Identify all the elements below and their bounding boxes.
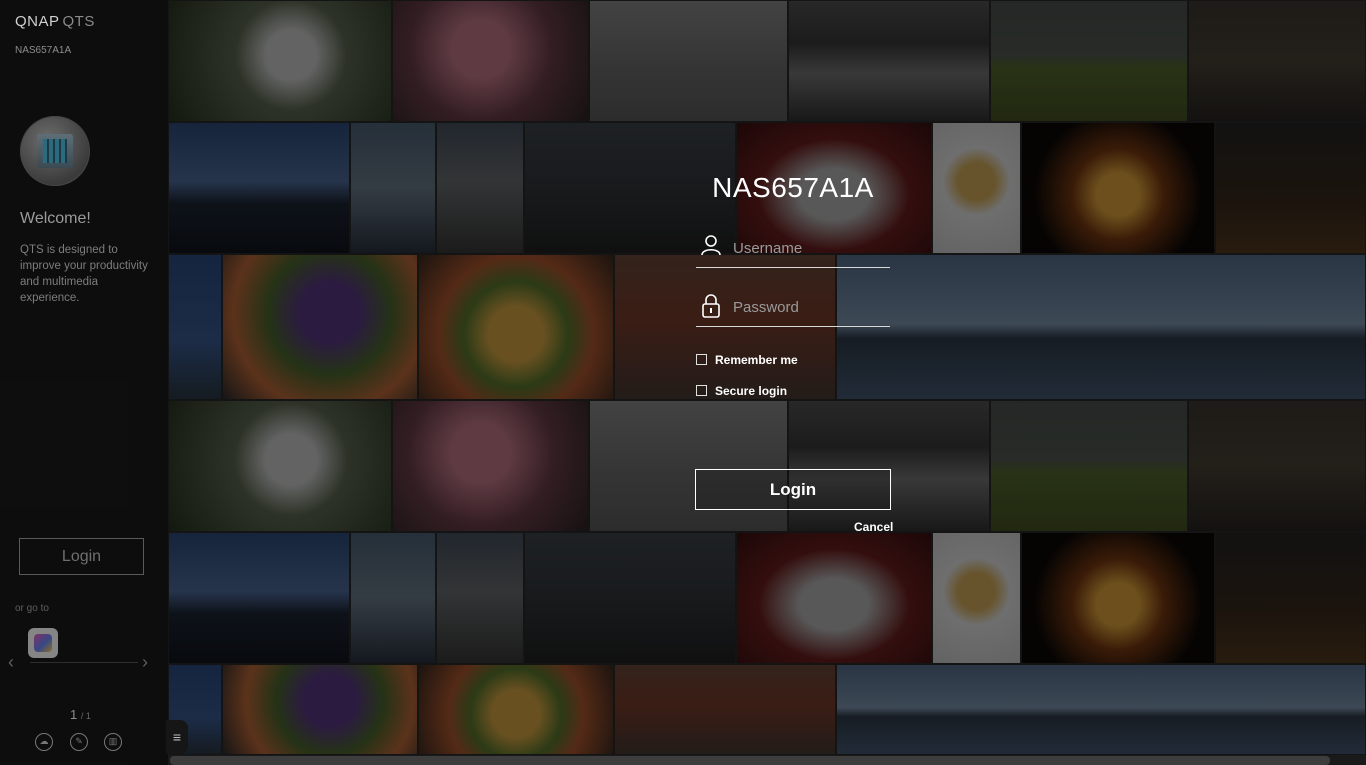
chevron-left-icon[interactable]: ‹ (8, 652, 14, 672)
remember-me-checkbox[interactable]: Remember me (696, 353, 798, 367)
welcome-heading: Welcome! (20, 210, 91, 227)
brand-logo: QNAP QTS (15, 13, 95, 30)
brand-product: QTS (62, 13, 95, 30)
username-input[interactable] (731, 236, 890, 260)
hamburger-icon[interactable]: ≡ (166, 720, 188, 754)
go-to-label: or go to (15, 603, 49, 614)
cloud-icon[interactable]: ☁ (35, 733, 53, 751)
lock-icon (702, 294, 720, 318)
remember-me-label: Remember me (715, 353, 798, 367)
username-field (696, 231, 890, 268)
divider (30, 662, 138, 663)
intro-text: QTS is designed to improve your producti… (20, 244, 148, 304)
page-indicator: 1 / 1 (70, 707, 91, 722)
login-button[interactable]: Login (695, 469, 891, 510)
password-field (696, 290, 890, 327)
horizontal-scrollbar[interactable] (170, 756, 1330, 765)
cancel-link[interactable]: Cancel (854, 520, 893, 534)
brand-name: QNAP (15, 13, 60, 30)
device-name-title: NAS657A1A (712, 172, 874, 203)
tools-icon[interactable]: ✎ (70, 733, 88, 751)
secure-login-checkbox[interactable]: Secure login (696, 384, 787, 398)
checkbox-box[interactable] (696, 354, 707, 365)
hostname-label: NAS657A1A (15, 45, 72, 56)
photo-wall-background (168, 0, 1366, 765)
qfinder-app-icon[interactable] (28, 628, 58, 658)
page-total: / 1 (80, 711, 91, 721)
side-panel: QNAP QTS NAS657A1A Welcome! QTS is design… (0, 0, 168, 765)
app-grid-icon[interactable]: ▥ (104, 733, 122, 751)
secure-login-label: Secure login (715, 384, 788, 398)
nas-device-icon (20, 116, 90, 186)
page-current: 1 (70, 707, 78, 722)
chevron-right-icon[interactable]: › (142, 652, 148, 672)
side-login-button[interactable]: Login (19, 538, 144, 575)
background-dim-overlay (168, 0, 1366, 765)
checkbox-box[interactable] (696, 385, 707, 396)
password-input[interactable] (731, 295, 890, 319)
user-icon (701, 235, 721, 256)
